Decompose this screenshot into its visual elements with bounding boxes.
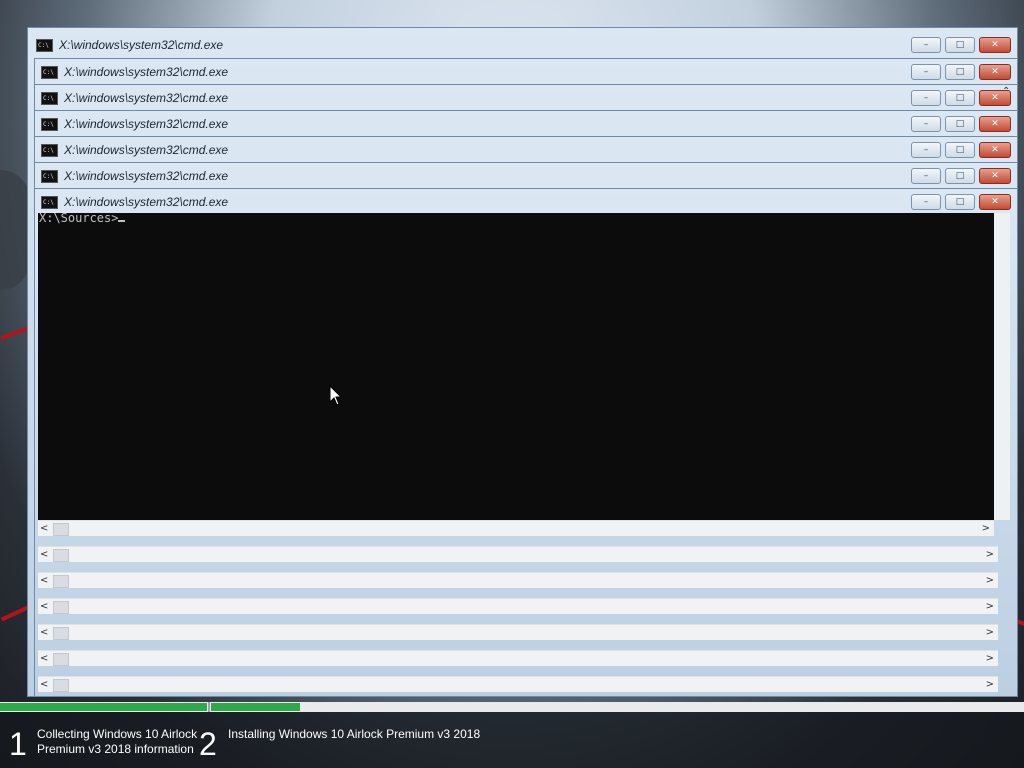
chevron-left-icon[interactable]: < — [40, 625, 48, 641]
step-1-number: 1 — [9, 726, 27, 762]
window-titlebar[interactable]: C:\ X:\windows\system32\cmd.exe — [41, 85, 1001, 111]
cmd-icon: C:\ — [41, 169, 58, 183]
command-prompt[interactable]: X:\Sources> — [39, 211, 126, 225]
chevron-right-icon[interactable]: > — [986, 651, 994, 667]
window-controls: – □ ✕ — [911, 37, 1011, 53]
minimize-button[interactable]: – — [911, 194, 941, 210]
window-controls: – □ ✕ — [911, 64, 1011, 80]
horizontal-scrollbar[interactable]: < > — [38, 624, 998, 640]
window-controls: – □ ✕ — [911, 194, 1011, 210]
minimize-button[interactable]: – — [911, 64, 941, 80]
horizontal-scrollbar[interactable]: < > — [38, 650, 998, 666]
window-title: X:\windows\system32\cmd.exe — [64, 169, 229, 183]
window-titlebar[interactable]: C:\ X:\windows\system32\cmd.exe — [36, 32, 1011, 58]
minimize-button[interactable]: – — [911, 90, 941, 106]
window-titlebar[interactable]: C:\ X:\windows\system32\cmd.exe — [41, 189, 1001, 215]
scrollbar-thumb[interactable] — [53, 549, 69, 562]
chevron-right-icon[interactable]: > — [986, 625, 994, 641]
maximize-button[interactable]: □ — [945, 37, 975, 53]
window-title: X:\windows\system32\cmd.exe — [59, 38, 224, 52]
close-button[interactable]: ✕ — [979, 37, 1011, 53]
step-2-progress — [211, 703, 300, 711]
step-2-number: 2 — [199, 726, 217, 762]
cmd-icon: C:\ — [41, 65, 58, 79]
step-2-label: Installing Windows 10 Airlock Premium v3… — [228, 727, 481, 741]
close-button[interactable]: ✕ — [979, 142, 1011, 158]
chevron-right-icon[interactable]: > — [986, 599, 994, 615]
minimize-button[interactable]: – — [911, 116, 941, 132]
scrollbar-thumb[interactable] — [53, 653, 69, 666]
maximize-button[interactable]: □ — [945, 142, 975, 158]
chevron-left-icon[interactable]: < — [40, 573, 48, 589]
scrollbar-thumb[interactable] — [53, 523, 69, 536]
cmd-icon: C:\ — [41, 143, 58, 157]
chevron-left-icon[interactable]: < — [40, 651, 48, 667]
close-button[interactable]: ✕ — [979, 168, 1011, 184]
close-button[interactable]: ✕ — [979, 116, 1011, 132]
chevron-left-icon[interactable]: < — [40, 677, 48, 693]
window-title: X:\windows\system32\cmd.exe — [64, 117, 229, 131]
close-button[interactable]: ✕ — [979, 64, 1011, 80]
maximize-button[interactable]: □ — [945, 90, 975, 106]
chevron-right-icon[interactable]: > — [986, 677, 994, 693]
window-controls: – □ ✕ — [911, 168, 1011, 184]
maximize-button[interactable]: □ — [945, 116, 975, 132]
cmd-icon: C:\ — [36, 38, 53, 52]
setup-status-bar: 1 Collecting Windows 10 Airlock Premium … — [0, 712, 1024, 768]
horizontal-scrollbar[interactable]: < > — [38, 572, 998, 588]
scrollbar-thumb[interactable] — [53, 575, 69, 588]
horizontal-scrollbar[interactable]: < > — [38, 598, 998, 614]
maximize-button[interactable]: □ — [945, 168, 975, 184]
chevron-left-icon[interactable]: < — [40, 521, 48, 537]
cmd-icon: C:\ — [41, 117, 58, 131]
mouse-pointer-icon — [329, 385, 343, 406]
window-controls: – □ ✕ — [911, 116, 1011, 132]
text-cursor — [118, 220, 126, 222]
progress-divider — [208, 702, 210, 712]
minimize-button[interactable]: – — [911, 142, 941, 158]
background-shape — [0, 170, 30, 290]
window-titlebar[interactable]: C:\ X:\windows\system32\cmd.exe — [41, 111, 1001, 137]
scrollbar-thumb[interactable] — [53, 627, 69, 640]
minimize-button[interactable]: – — [911, 37, 941, 53]
horizontal-scrollbar[interactable]: < > — [38, 546, 998, 562]
window-titlebar[interactable]: C:\ X:\windows\system32\cmd.exe — [41, 163, 1001, 189]
window-title: X:\windows\system32\cmd.exe — [64, 195, 229, 209]
minimize-button[interactable]: – — [911, 168, 941, 184]
chevron-up-icon[interactable]: ⌃ — [1002, 86, 1010, 97]
scrollbar-thumb[interactable] — [53, 601, 69, 614]
scrollbar-thumb[interactable] — [53, 679, 69, 692]
cmd-icon: C:\ — [41, 195, 58, 209]
horizontal-scrollbar[interactable]: < > — [38, 676, 998, 692]
window-controls: – □ ✕ — [911, 142, 1011, 158]
chevron-right-icon[interactable]: > — [982, 521, 990, 537]
prompt-text: X:\Sources> — [39, 211, 119, 225]
vertical-scrollbar[interactable] — [994, 213, 1010, 520]
window-titlebar[interactable]: C:\ X:\windows\system32\cmd.exe — [41, 59, 1001, 85]
close-button[interactable]: ✕ — [979, 194, 1011, 210]
window-title: X:\windows\system32\cmd.exe — [64, 91, 229, 105]
chevron-left-icon[interactable]: < — [40, 599, 48, 615]
window-title: X:\windows\system32\cmd.exe — [64, 143, 229, 157]
window-titlebar[interactable]: C:\ X:\windows\system32\cmd.exe — [41, 137, 1001, 163]
step-1-label: Collecting Windows 10 Airlock Premium v3… — [37, 727, 198, 756]
chevron-right-icon[interactable]: > — [986, 573, 994, 589]
window-title: X:\windows\system32\cmd.exe — [64, 65, 229, 79]
maximize-button[interactable]: □ — [945, 194, 975, 210]
chevron-left-icon[interactable]: < — [40, 547, 48, 563]
horizontal-scrollbar[interactable]: < > — [38, 520, 994, 536]
console-output[interactable]: X:\Sources> — [38, 211, 994, 520]
cmd-icon: C:\ — [41, 91, 58, 105]
step-1-progress — [0, 703, 207, 711]
chevron-right-icon[interactable]: > — [986, 547, 994, 563]
maximize-button[interactable]: □ — [945, 64, 975, 80]
window-controls: – □ ✕ — [911, 90, 1011, 106]
